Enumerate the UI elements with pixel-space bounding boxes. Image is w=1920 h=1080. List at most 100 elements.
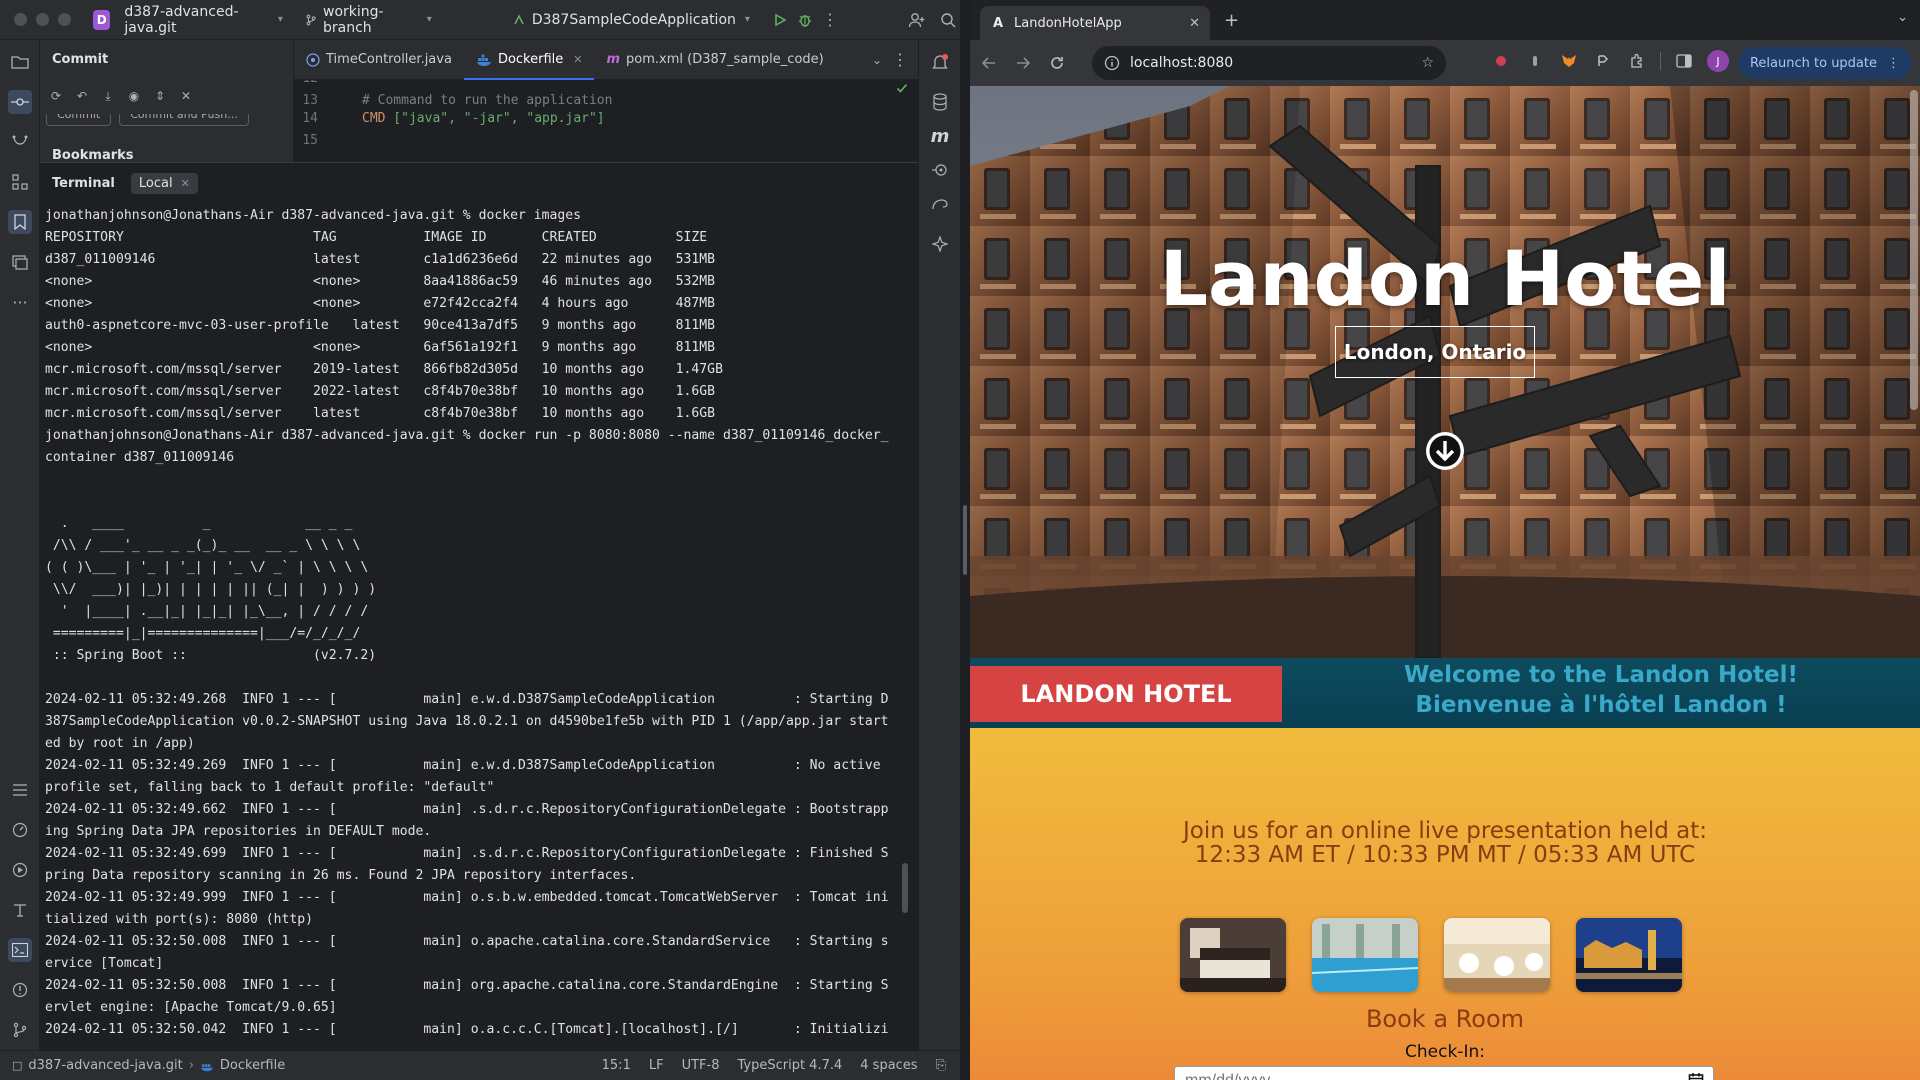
tab-dockerfile[interactable]: Dockerfile ✕ (463, 40, 595, 80)
reload-icon[interactable] (1042, 48, 1072, 78)
extensions-puzzle-icon[interactable] (1626, 50, 1648, 72)
services-icon[interactable] (8, 250, 32, 274)
build-icon[interactable] (8, 898, 32, 922)
ide-status-bar: □ d387-advanced-java.git › Dockerfile 15… (0, 1050, 960, 1080)
scroll-down-arrow-icon[interactable] (1424, 430, 1466, 472)
bookmark-star-icon[interactable]: ☆ (1421, 55, 1434, 71)
new-tab-icon[interactable]: + (1224, 10, 1239, 31)
folder-icon[interactable] (8, 50, 32, 74)
file-encoding[interactable]: UTF-8 (682, 1058, 720, 1073)
page-scrollbar[interactable] (1910, 90, 1918, 410)
maven-icon[interactable]: m (928, 124, 952, 148)
close-tab-icon[interactable]: ✕ (181, 177, 190, 190)
browser-tab-active[interactable]: A LandonHotelApp ✕ (980, 6, 1210, 40)
side-panel-icon[interactable] (1673, 50, 1695, 72)
commit-button[interactable]: Commit (46, 114, 112, 126)
terminal-icon[interactable] (8, 938, 32, 962)
extension-icon-1[interactable] (1490, 50, 1512, 72)
todo-list-icon[interactable] (8, 778, 32, 802)
checkin-date-input[interactable] (1174, 1066, 1714, 1080)
close-window-button[interactable] (14, 13, 27, 26)
undo-icon[interactable]: ↶ (74, 88, 90, 104)
commit-panel-title: Commit (52, 52, 109, 67)
eye-icon[interactable]: ◉ (126, 88, 142, 104)
thumbnail-restaurant[interactable] (1444, 918, 1550, 992)
window-controls (14, 13, 71, 26)
refresh-icon[interactable]: ⟳ (48, 88, 64, 104)
language-version[interactable]: TypeScript 4.7.4 (737, 1058, 842, 1073)
tab-search-chevron-icon[interactable]: ⌄ (1897, 10, 1908, 25)
tab-pom-xml[interactable]: m pom.xml (D387_sample_code) (594, 40, 835, 80)
bookmarks-icon[interactable] (8, 210, 32, 234)
add-user-icon[interactable] (904, 6, 929, 34)
terminal-line: mcr.microsoft.com/mssql/server 2022-late… (45, 384, 716, 399)
more-tools-icon[interactable]: ··· (8, 290, 32, 314)
structure-icon[interactable] (8, 170, 32, 194)
project-selector[interactable]: D d387-advanced-java.git ▾ (93, 4, 283, 36)
browser-menu-icon[interactable]: ⋮ (1887, 56, 1900, 71)
maximize-window-button[interactable] (58, 13, 71, 26)
pull-request-icon[interactable] (8, 130, 32, 154)
code-editor[interactable]: 12 13 # Command to run the application 1… (294, 80, 918, 162)
breadcrumb-file[interactable]: Dockerfile (220, 1058, 285, 1073)
database-icon[interactable] (928, 90, 952, 114)
divider-handle[interactable] (963, 505, 967, 575)
debug-icon[interactable] (793, 6, 818, 34)
commit-buttons: Commit Commit and Push... (46, 114, 249, 126)
expand-icon[interactable]: ⇕ (152, 88, 168, 104)
terminal-scrollbar[interactable] (902, 863, 908, 913)
tab-local[interactable]: Local ✕ (130, 172, 198, 194)
terminal-output[interactable]: jonathanjohnson@Jonathans-Air d387-advan… (45, 205, 905, 1045)
run-tool-icon[interactable] (8, 858, 32, 882)
close-tab-icon[interactable]: ✕ (1189, 16, 1200, 31)
editor-area: TimeController.java Dockerfile ✕ m pom.x… (294, 40, 918, 162)
thumbnail-pool[interactable] (1312, 918, 1418, 992)
problems-icon[interactable] (8, 978, 32, 1002)
git-icon[interactable] (8, 1018, 32, 1042)
window-divider[interactable] (960, 0, 970, 1080)
thumbnail-bedroom[interactable] (1180, 918, 1286, 992)
run-config-selector[interactable]: D387SampleCodeApplication ▾ (512, 12, 750, 28)
tab-timecontroller[interactable]: TimeController.java (294, 40, 464, 80)
line-separator[interactable]: LF (649, 1058, 664, 1073)
profile-avatar[interactable]: J (1707, 50, 1729, 72)
indent-setting[interactable]: 4 spaces (860, 1058, 917, 1073)
metamask-fox-icon[interactable] (1558, 50, 1580, 72)
collapse-icon[interactable]: ✕ (178, 88, 194, 104)
gradle-icon[interactable] (928, 192, 952, 216)
calendar-icon[interactable] (1688, 1072, 1704, 1080)
run-icon[interactable] (768, 6, 793, 34)
brand-logo[interactable]: LANDON HOTEL (970, 666, 1282, 722)
breadcrumb-project[interactable]: d387-advanced-java.git (28, 1058, 182, 1073)
read-only-lock-icon[interactable]: ⎘ (936, 1058, 946, 1073)
run-config-icon (514, 13, 524, 24)
thumbnail-london-night[interactable] (1576, 918, 1682, 992)
extension-icon-4[interactable] (1592, 50, 1614, 72)
relaunch-to-update-button[interactable]: Relaunch to update ⋮ (1737, 47, 1912, 79)
close-tab-icon[interactable]: ✕ (573, 53, 582, 66)
tab-terminal[interactable]: Terminal (52, 176, 115, 191)
terminal-line: <none> <none> 8aa41886ac59 46 minutes ag… (45, 274, 716, 289)
profiler-icon[interactable] (8, 818, 32, 842)
more-actions-icon[interactable]: ⋮ (818, 6, 843, 34)
terminal-line: jonathanjohnson@Jonathans-Air d387-advan… (45, 208, 582, 223)
ai-assistant-icon[interactable] (928, 232, 952, 256)
back-arrow-icon[interactable] (974, 48, 1004, 78)
site-info-icon[interactable] (1104, 55, 1120, 71)
commit-and-push-button[interactable]: Commit and Push... (119, 114, 249, 126)
commit-icon[interactable] (8, 90, 32, 114)
search-icon[interactable] (935, 6, 960, 34)
endpoints-icon[interactable] (928, 158, 952, 182)
chevron-down-icon: ▾ (277, 14, 283, 25)
extension-icon-2[interactable] (1524, 50, 1546, 72)
url-text[interactable]: localhost:8080 (1130, 55, 1233, 71)
branch-selector[interactable]: working-branch ▾ (305, 4, 432, 36)
tabs-dropdown-icon[interactable]: ⌄ (862, 53, 892, 67)
address-bar[interactable]: localhost:8080 ☆ (1092, 46, 1446, 80)
cursor-position[interactable]: 15:1 (602, 1058, 631, 1073)
minimize-window-button[interactable] (36, 13, 49, 26)
shelve-icon[interactable]: ⤓ (100, 88, 116, 104)
editor-more-icon[interactable]: ⋮ (892, 50, 918, 69)
forward-arrow-icon[interactable] (1008, 48, 1038, 78)
notifications-icon[interactable] (928, 50, 952, 74)
